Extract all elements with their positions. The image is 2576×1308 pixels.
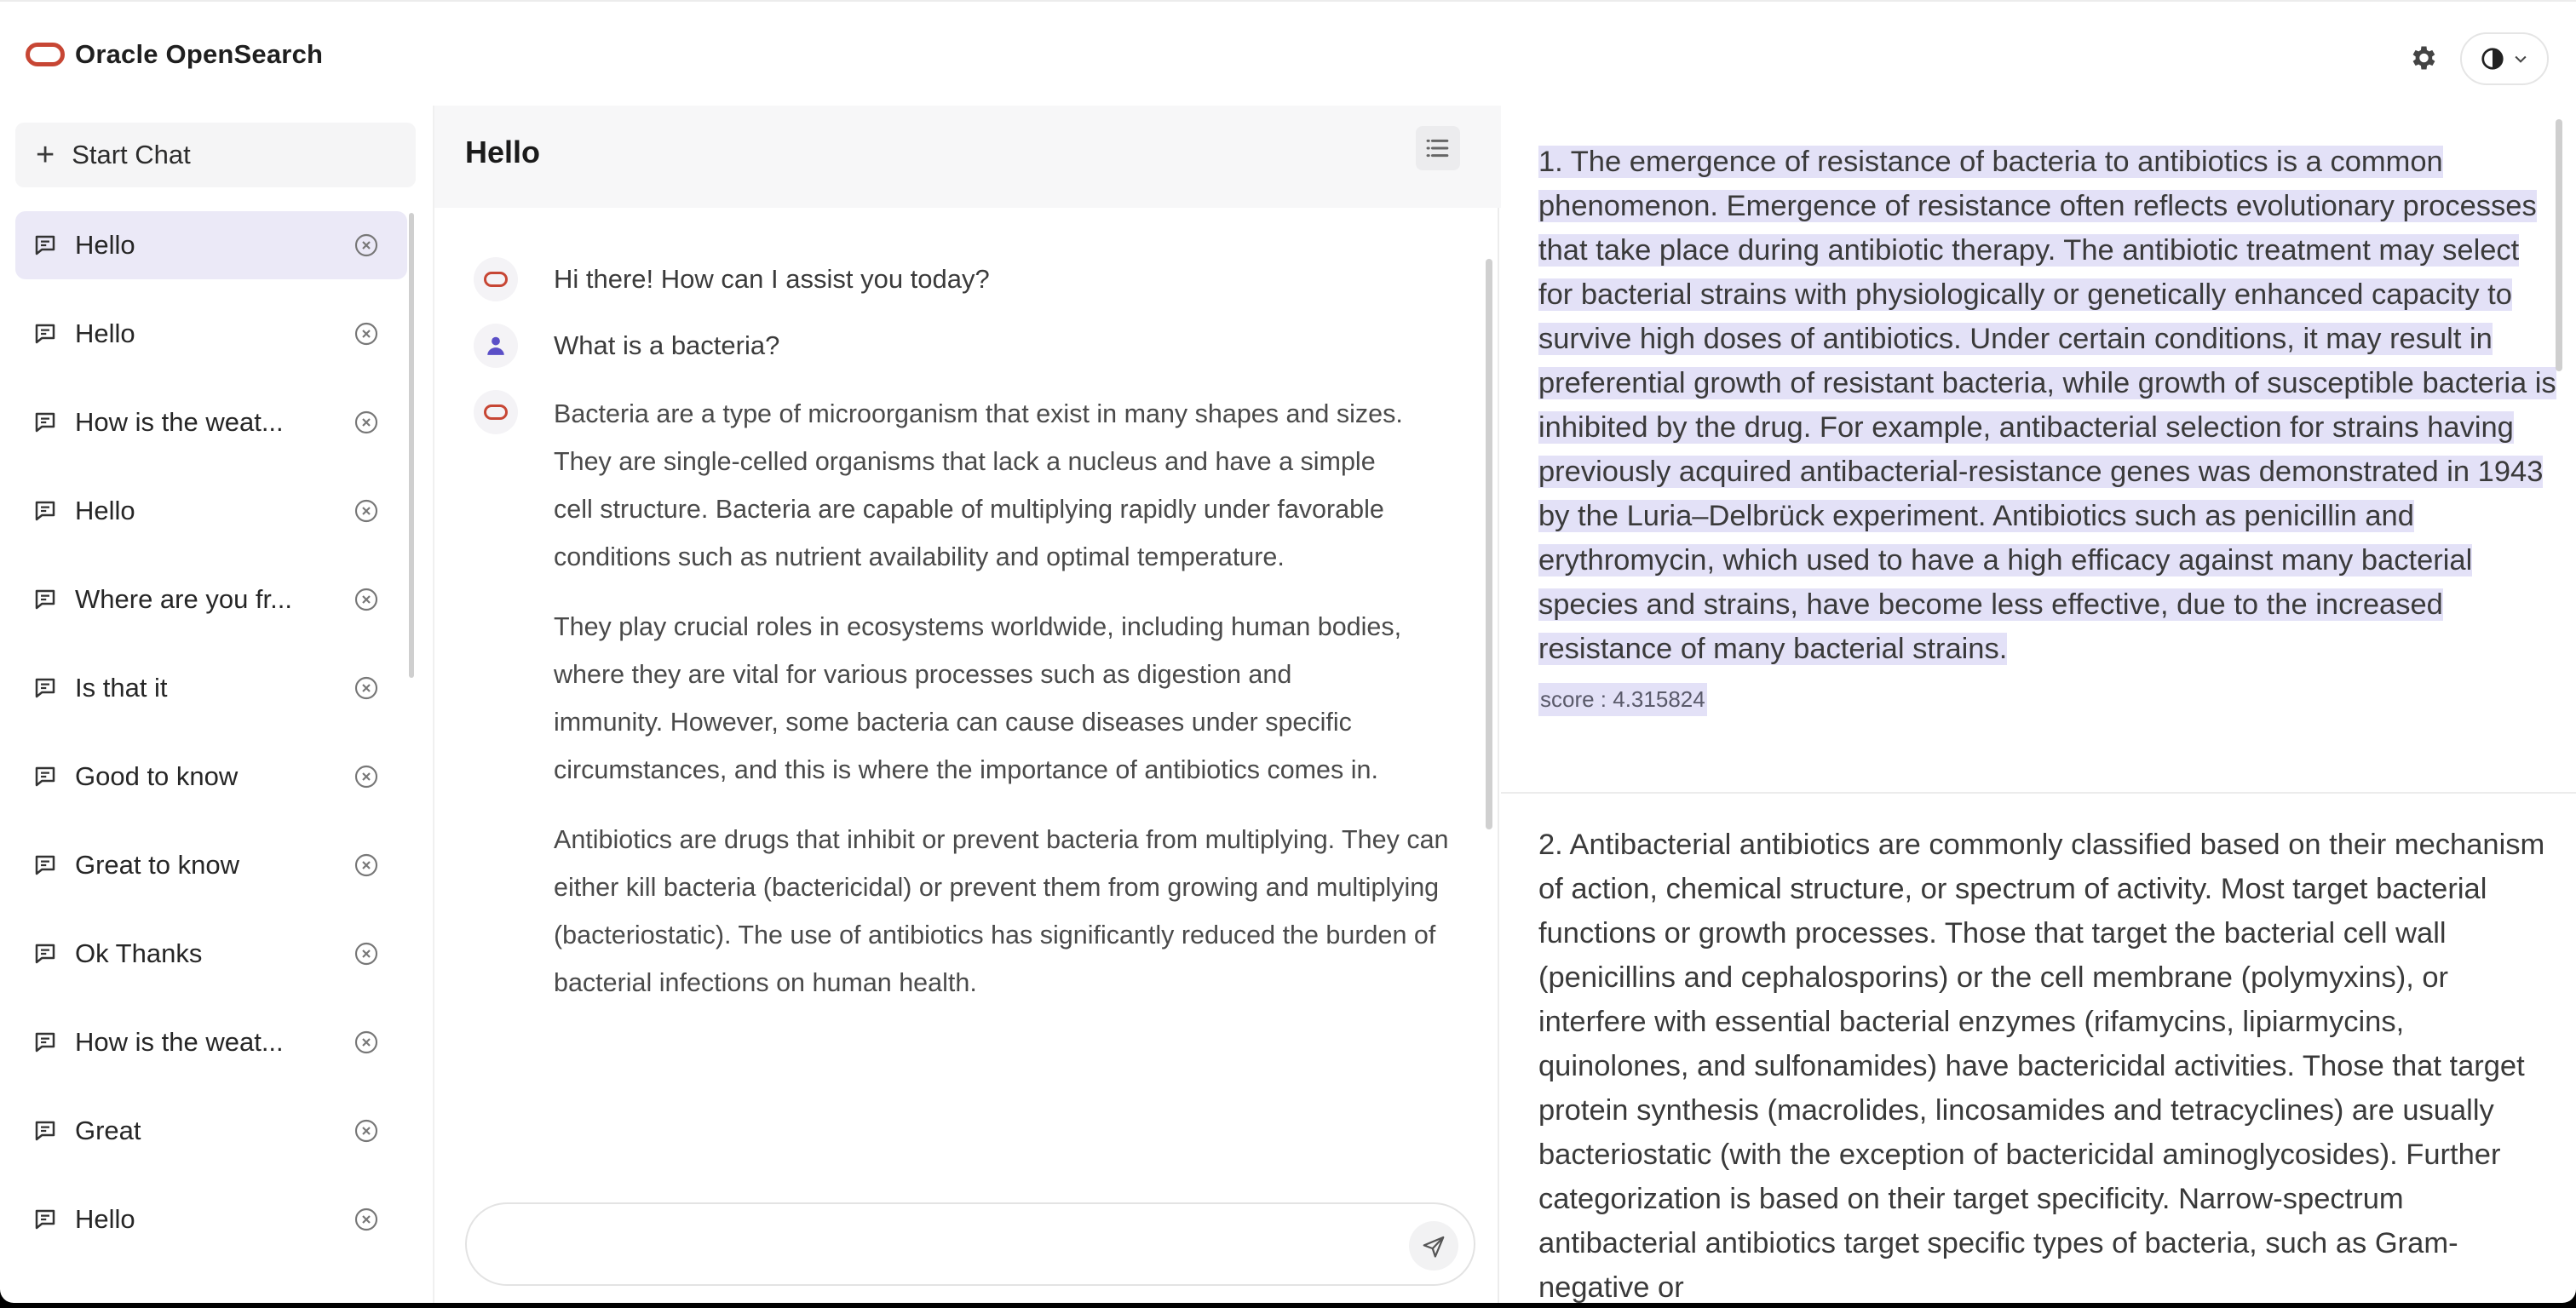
plus-icon: +	[36, 137, 55, 173]
message-list: Hi there! How can I assist you today? Wh…	[470, 257, 1467, 1029]
sidebar-chat-item[interactable]: Great	[15, 1097, 407, 1165]
chat-bubble-icon	[35, 1032, 55, 1053]
close-circle-icon[interactable]	[353, 674, 380, 702]
close-circle-icon[interactable]	[353, 232, 380, 259]
assistant-message: Bacteria are a type of microorganism tha…	[470, 390, 1467, 1007]
sidebar-chat-item[interactable]: Hello	[15, 1185, 407, 1254]
sidebar-chat-item[interactable]: Great to know	[15, 831, 407, 899]
send-icon	[1423, 1236, 1445, 1258]
sidebar-chat-title: Hello	[75, 1204, 135, 1234]
close-circle-icon[interactable]	[353, 497, 380, 525]
oracle-logo-icon	[26, 43, 65, 66]
result-divider	[1501, 792, 2576, 794]
assistant-avatar-icon	[474, 257, 518, 301]
message-input[interactable]	[465, 1202, 1475, 1286]
theme-toggle-button[interactable]	[2460, 32, 2549, 85]
sidebar-chat-title: Good to know	[75, 761, 239, 791]
assistant-avatar-icon	[474, 390, 518, 434]
list-icon	[1426, 139, 1449, 158]
search-results-panel: 1. The emergence of resistance of bacter…	[1501, 106, 2576, 1303]
sidebar-chat-item[interactable]: How is the weat...	[15, 1008, 407, 1076]
close-circle-icon[interactable]	[353, 409, 380, 436]
close-circle-icon[interactable]	[353, 1029, 380, 1056]
chat-bubble-icon	[35, 766, 55, 787]
sidebar-chat-item[interactable]: Where are you fr...	[15, 565, 407, 634]
sidebar-chat-title: Hello	[75, 318, 135, 348]
chat-title: Hello	[465, 135, 541, 169]
chat-bubble-icon	[35, 589, 55, 610]
sidebar-chat-item[interactable]: Is that it	[15, 654, 407, 722]
chat-bubble-icon	[35, 324, 55, 344]
close-circle-icon[interactable]	[353, 852, 380, 879]
results-scrollbar[interactable]	[2556, 119, 2562, 371]
sidebar-chat-title: Where are you fr...	[75, 584, 292, 614]
message-paragraph: Antibiotics are drugs that inhibit or pr…	[554, 825, 1449, 997]
chat-bubble-icon	[35, 1209, 55, 1230]
chat-header: Hello	[434, 106, 1501, 208]
sidebar-chat-item[interactable]: Hello	[15, 477, 407, 545]
contrast-icon	[2481, 48, 2504, 70]
sidebar-chat-title: Great	[75, 1116, 141, 1145]
start-chat-button[interactable]: + Start Chat	[15, 123, 416, 187]
chat-bubble-icon	[35, 678, 55, 698]
chat-bubble-icon	[35, 412, 55, 433]
user-message: What is a bacteria?	[470, 324, 1467, 368]
sidebar-chat-item[interactable]: How is the weat...	[15, 388, 407, 456]
send-button[interactable]	[1409, 1221, 1458, 1271]
message-paragraph: Bacteria are a type of microorganism tha…	[554, 399, 1403, 571]
sidebar-chat-title: Great to know	[75, 850, 239, 880]
sidebar-chat-item[interactable]: Hello	[15, 300, 407, 368]
chat-bubble-icon	[35, 1121, 55, 1141]
top-bar: Oracle OpenSearch	[0, 0, 2576, 106]
sidebar-chat-title: Ok Thanks	[75, 938, 203, 968]
message-paragraph: They play crucial roles in ecosystems wo…	[554, 612, 1402, 784]
chat-bubble-icon	[35, 855, 55, 875]
user-avatar-icon	[474, 324, 518, 368]
message-text: What is a bacteria?	[554, 330, 780, 360]
result-text[interactable]: 1. The emergence of resistance of bacter…	[1538, 140, 2561, 671]
message-text: Hi there! How can I assist you today?	[554, 264, 990, 294]
sidebar-chat-item[interactable]: Good to know	[15, 743, 407, 811]
sidebar-chat-item[interactable]: Ok Thanks	[15, 920, 407, 988]
chat-scrollbar[interactable]	[1486, 259, 1492, 829]
chat-bubble-icon	[35, 235, 55, 255]
close-circle-icon[interactable]	[353, 763, 380, 790]
close-circle-icon[interactable]	[353, 586, 380, 613]
chat-panel: Hello Hi there! How can I assist you tod…	[433, 106, 1501, 1303]
message-input-field[interactable]	[501, 1221, 1387, 1269]
sidebar-chat-title: Hello	[75, 230, 135, 260]
close-circle-icon[interactable]	[353, 940, 380, 967]
brand[interactable]: Oracle OpenSearch	[26, 39, 323, 70]
result-score: score : 4.315824	[1538, 683, 1707, 716]
chat-bubble-icon	[35, 944, 55, 964]
chat-history-list: Hello Hello How is the weat... Hello Where a…	[15, 211, 407, 1274]
search-result: 1. The emergence of resistance of bacter…	[1538, 140, 2561, 716]
search-result: 2. Antibacterial antibiotics are commonl…	[1538, 823, 2561, 1303]
sidebar-chat-title: Is that it	[75, 673, 168, 703]
sidebar-chat-title: How is the weat...	[75, 1027, 284, 1057]
close-circle-icon[interactable]	[353, 320, 380, 347]
chevron-down-icon	[2515, 55, 2527, 63]
sidebar-scrollbar[interactable]	[409, 213, 414, 678]
results-toggle-button[interactable]	[1416, 126, 1460, 170]
result-text[interactable]: 2. Antibacterial antibiotics are commonl…	[1538, 823, 2561, 1303]
sidebar-chat-item[interactable]: Hello	[15, 211, 407, 279]
assistant-message: Hi there! How can I assist you today?	[470, 257, 1467, 301]
app-window: Oracle OpenSearch + Start Chat Hello Hell…	[0, 0, 2576, 1303]
start-chat-label: Start Chat	[72, 140, 191, 169]
close-circle-icon[interactable]	[353, 1206, 380, 1233]
brand-name: Oracle OpenSearch	[75, 39, 324, 69]
message-body: Bacteria are a type of microorganism tha…	[554, 390, 1449, 1007]
sidebar: + Start Chat Hello Hello How is the weat..…	[0, 106, 426, 1303]
gear-icon[interactable]	[2407, 43, 2438, 73]
sidebar-chat-title: How is the weat...	[75, 407, 284, 437]
sidebar-chat-title: Hello	[75, 496, 135, 525]
close-circle-icon[interactable]	[353, 1117, 380, 1144]
chat-bubble-icon	[35, 501, 55, 521]
